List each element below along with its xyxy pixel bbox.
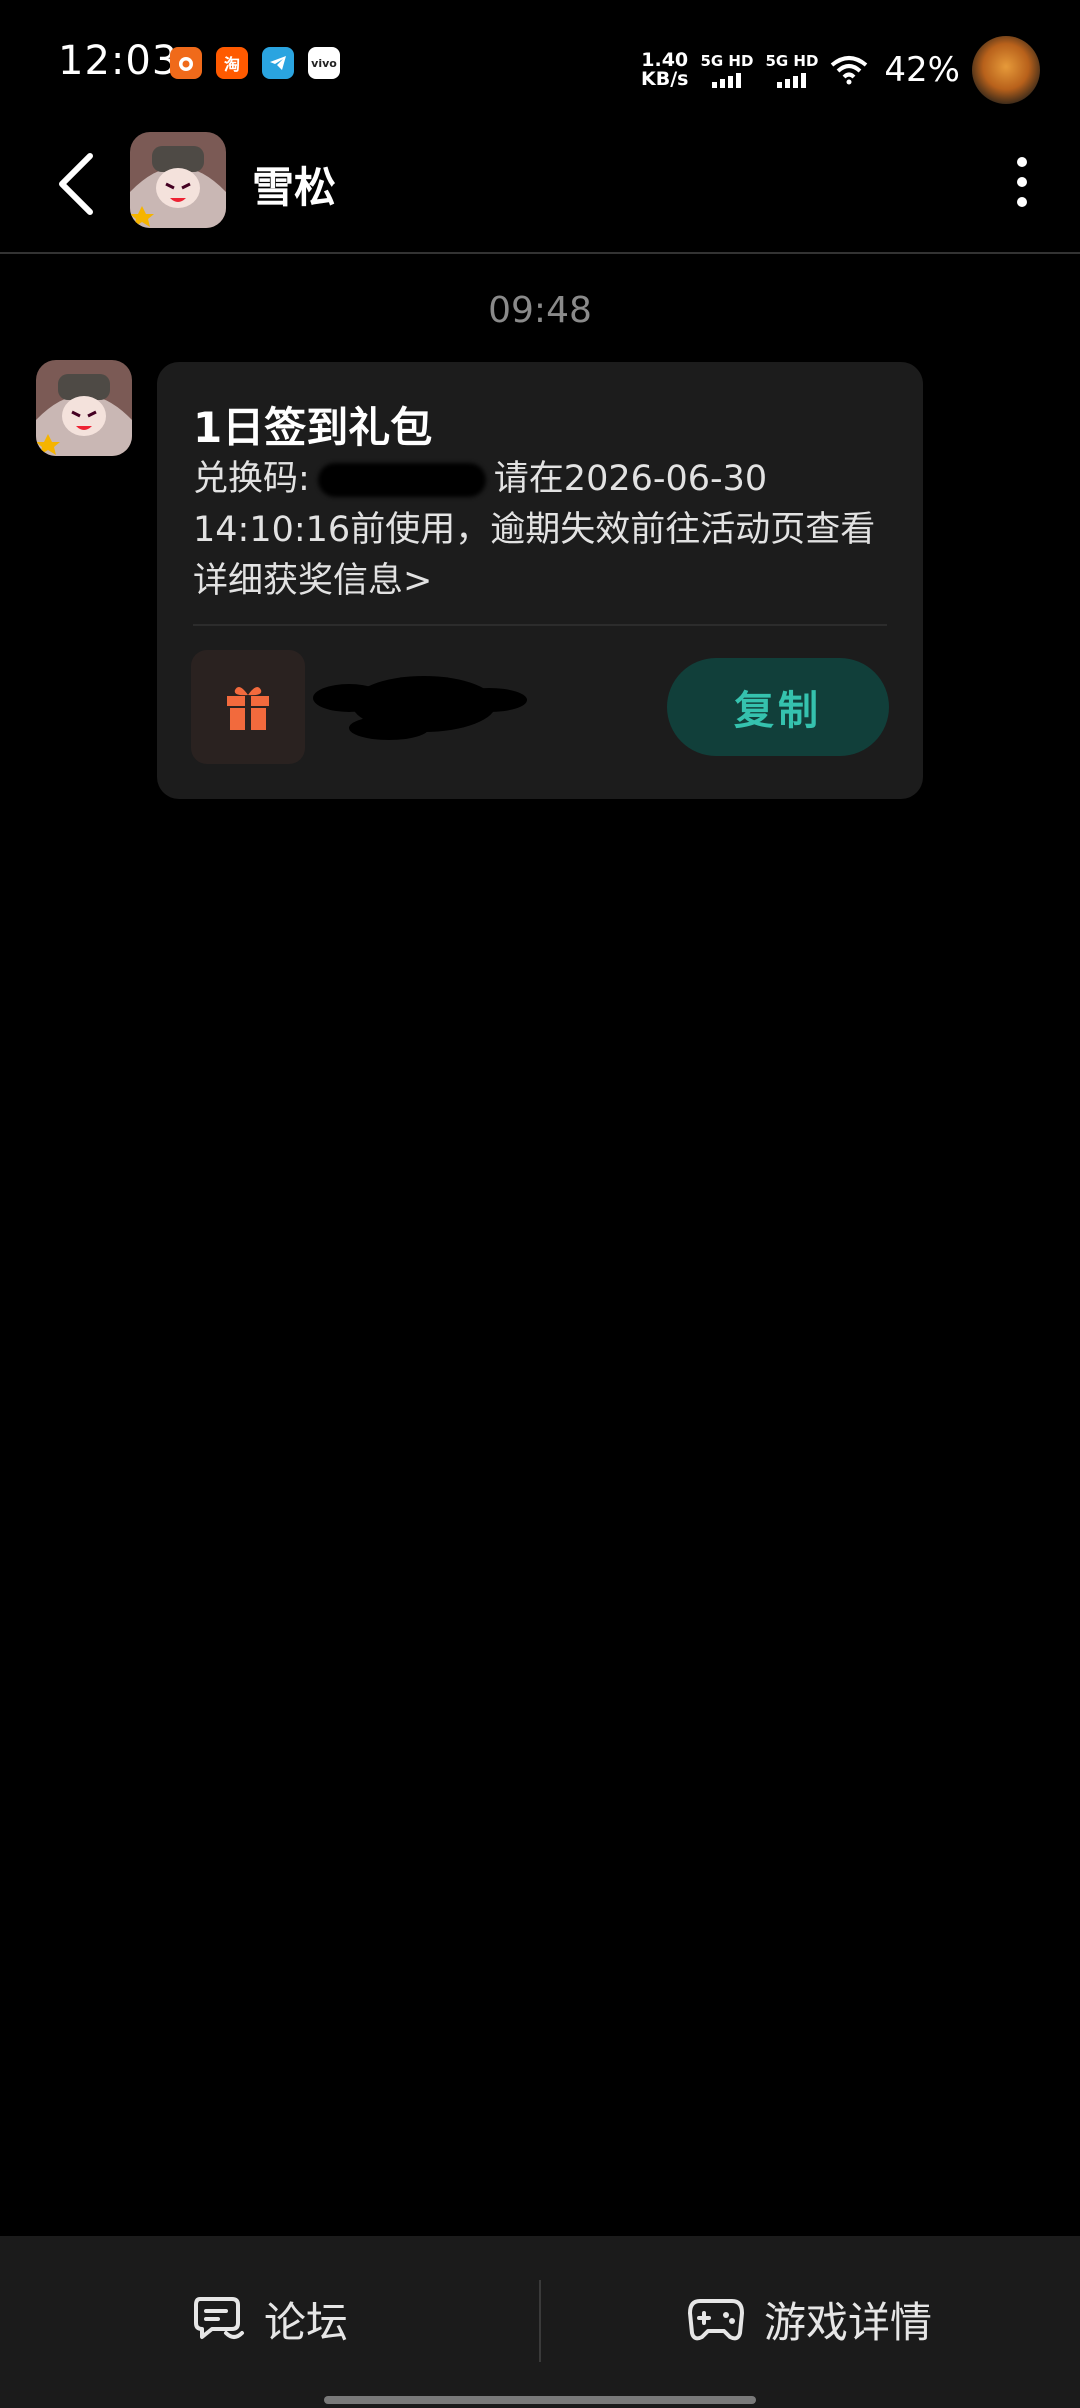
status-time: 12:03 — [58, 38, 179, 84]
net-speed: 1.40 KB/s — [641, 51, 688, 89]
net-speed-unit: KB/s — [640, 68, 689, 90]
gift-card-title: 1日签到礼包 — [193, 403, 433, 452]
gift-icon-box — [191, 650, 305, 764]
forum-icon — [194, 2297, 244, 2339]
gift-message-card[interactable]: 1日签到礼包 兑换码: 请在2026-06-30 14:10:16前使用，逾期失效… — [157, 362, 923, 799]
more-dot-icon — [1017, 177, 1027, 187]
signal-bars-icon — [777, 72, 807, 88]
more-dot-icon — [1017, 157, 1027, 167]
game-details-button[interactable]: 游戏详情 — [686, 2286, 932, 2352]
redacted-code-scribble — [313, 676, 527, 740]
code-label: 兑换码: — [193, 459, 310, 499]
gift-icon — [227, 686, 269, 730]
vivo-icon: vivo — [308, 47, 340, 79]
game-details-label: 游戏详情 — [764, 2297, 933, 2347]
sender-avatar[interactable] — [36, 360, 132, 456]
more-options-button[interactable] — [1000, 152, 1044, 212]
redacted-code — [317, 463, 486, 497]
chat-header: 雪松 — [0, 120, 1080, 254]
sim1-label: 5G HD — [700, 52, 754, 70]
telegram-icon — [262, 47, 294, 79]
card-divider — [193, 624, 887, 626]
forum-label: 论坛 — [264, 2297, 349, 2347]
contact-name: 雪松 — [252, 163, 337, 212]
back-button[interactable] — [50, 148, 110, 220]
signal-sim2: 5G HD — [765, 52, 818, 88]
bottom-action-bar: 论坛 游戏详情 — [0, 2236, 1080, 2408]
copy-button[interactable]: 复制 — [667, 658, 889, 756]
home-indicator[interactable] — [324, 2396, 756, 2404]
orange-app-icon — [170, 47, 202, 79]
contact-avatar[interactable] — [130, 132, 226, 228]
notification-icons: 淘 vivo — [170, 47, 340, 79]
forum-button[interactable]: 论坛 — [190, 2286, 348, 2352]
status-right: 1.40 KB/s 5G HD 5G HD 42% — [641, 36, 1040, 104]
gamepad-icon — [688, 2299, 744, 2341]
chevron-left-icon — [59, 153, 93, 215]
gift-card-body[interactable]: 兑换码: 请在2026-06-30 14:10:16前使用，逾期失效前往活动页查看… — [193, 454, 893, 607]
message-timestamp: 09:48 — [488, 290, 592, 331]
signal-sim1: 5G HD — [700, 52, 753, 88]
wifi-icon — [831, 56, 868, 85]
profile-avatar — [972, 36, 1040, 104]
bottom-bar-divider — [539, 2280, 541, 2362]
signal-bars-icon — [712, 72, 742, 88]
taobao-icon: 淘 — [216, 47, 248, 79]
status-bar: 12:03 淘 vivo 1.40 KB/s 5G HD 5G HD 42% — [0, 0, 1080, 120]
more-dot-icon — [1017, 197, 1027, 207]
battery-level: 42% — [884, 50, 960, 90]
sim2-label: 5G HD — [765, 52, 819, 70]
